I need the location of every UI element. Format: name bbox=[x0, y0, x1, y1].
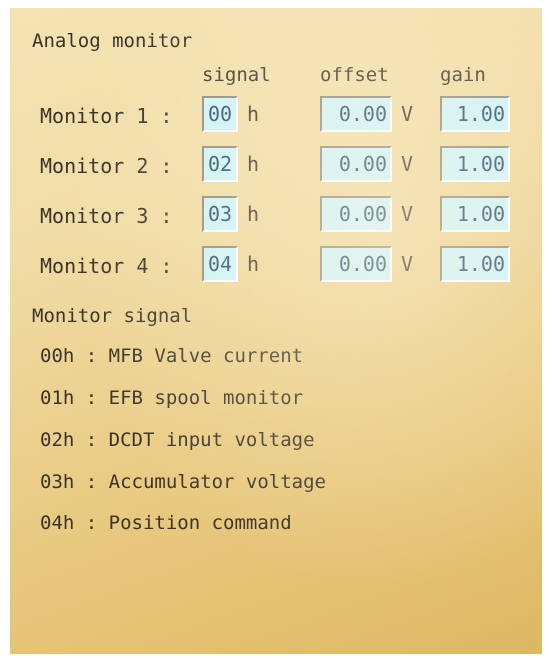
column-header-signal: signal bbox=[202, 64, 271, 86]
monitor-2-offset-field[interactable]: 0.00 bbox=[320, 146, 392, 182]
monitor-row-2: Monitor 2 : 02 h 0.00 V 1.00 bbox=[10, 146, 542, 186]
signal-unit: h bbox=[247, 252, 260, 276]
offset-unit: V bbox=[401, 252, 414, 276]
monitor-signal-title: Monitor signal bbox=[32, 305, 193, 327]
offset-unit: V bbox=[401, 202, 414, 226]
signal-list-item: 01h : EFB spool monitor bbox=[40, 387, 304, 409]
monitor-label: Monitor 3 : bbox=[40, 204, 173, 228]
monitor-3-signal-field[interactable]: 03 bbox=[202, 196, 238, 232]
monitor-row-4: Monitor 4 : 04 h 0.00 V 1.00 bbox=[10, 246, 542, 286]
monitor-2-signal-field[interactable]: 02 bbox=[202, 146, 238, 182]
column-header-gain: gain bbox=[440, 64, 486, 86]
monitor-4-offset-field[interactable]: 0.00 bbox=[320, 246, 392, 282]
signal-unit: h bbox=[247, 102, 260, 126]
monitor-4-gain-field[interactable]: 1.00 bbox=[440, 246, 510, 282]
monitor-label: Monitor 4 : bbox=[40, 254, 173, 278]
monitor-2-gain-field[interactable]: 1.00 bbox=[440, 146, 510, 182]
offset-unit: V bbox=[401, 152, 414, 176]
signal-list-item: 04h : Position command bbox=[40, 512, 292, 534]
signal-unit: h bbox=[247, 152, 260, 176]
signal-list-item: 00h : MFB Valve current bbox=[40, 345, 304, 367]
monitor-3-gain-field[interactable]: 1.00 bbox=[440, 196, 510, 232]
monitor-4-signal-field[interactable]: 04 bbox=[202, 246, 238, 282]
monitor-label: Monitor 2 : bbox=[40, 154, 173, 178]
monitor-3-offset-field[interactable]: 0.00 bbox=[320, 196, 392, 232]
page-title: Analog monitor bbox=[32, 30, 193, 52]
screen-panel: Analog monitor signal offset gain Monito… bbox=[10, 8, 542, 654]
monitor-1-signal-field[interactable]: 00 bbox=[202, 96, 238, 132]
signal-list-item: 02h : DCDT input voltage bbox=[40, 429, 315, 451]
signal-list-item: 03h : Accumulator voltage bbox=[40, 471, 326, 493]
monitor-row-3: Monitor 3 : 03 h 0.00 V 1.00 bbox=[10, 196, 542, 236]
monitor-row-1: Monitor 1 : 00 h 0.00 V 1.00 bbox=[10, 96, 542, 136]
monitor-1-gain-field[interactable]: 1.00 bbox=[440, 96, 510, 132]
monitor-1-offset-field[interactable]: 0.00 bbox=[320, 96, 392, 132]
signal-unit: h bbox=[247, 202, 260, 226]
offset-unit: V bbox=[401, 102, 414, 126]
column-header-offset: offset bbox=[320, 64, 389, 86]
monitor-label: Monitor 1 : bbox=[40, 104, 173, 128]
